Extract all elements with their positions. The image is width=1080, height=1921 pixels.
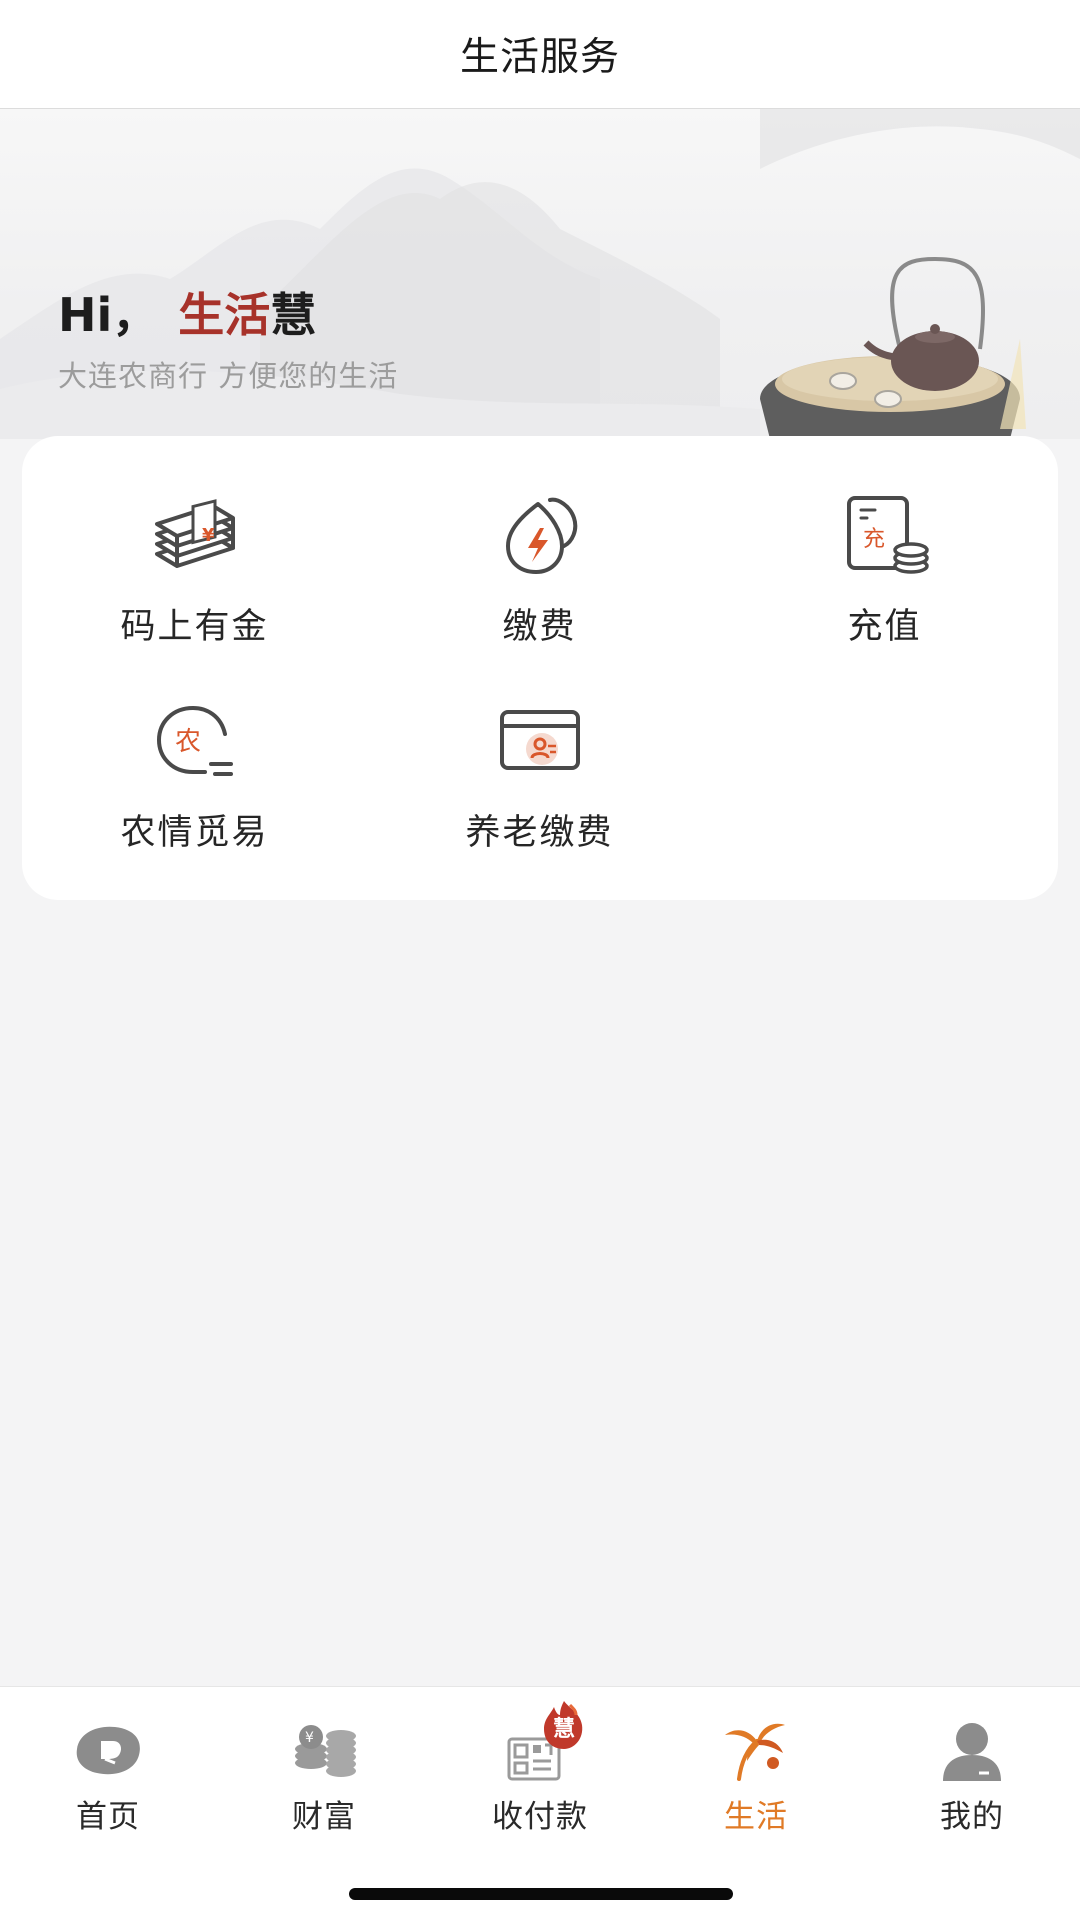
wealth-coins-icon: ¥: [295, 1725, 356, 1777]
greeting-comma: ，: [112, 288, 159, 342]
agriculture-icon: 农: [156, 705, 233, 776]
page-title: 生活服务: [459, 35, 620, 80]
pension-card-icon: [499, 710, 580, 770]
tab-label: 财富: [292, 1799, 356, 1835]
tab-home[interactable]: 首页: [0, 1687, 216, 1837]
service-code-gold[interactable]: ¥ 码上有金: [22, 488, 367, 668]
service-agriculture[interactable]: 农 农情觅易: [22, 694, 367, 874]
service-utility-payment[interactable]: 缴费: [367, 488, 712, 668]
tab-wealth[interactable]: ¥ 财富: [216, 1687, 432, 1837]
tab-label: 生活: [724, 1799, 788, 1835]
welcome-banner: Hi， 生活慧 大连农商行 方便您的生活: [0, 109, 1080, 439]
tab-payment[interactable]: 慧 收付款: [432, 1687, 648, 1837]
greeting-accent: 生活: [178, 288, 271, 342]
service-label: 码上有金: [120, 607, 269, 647]
svg-text:¥: ¥: [202, 525, 215, 546]
svg-text:农: 农: [175, 727, 201, 757]
svg-text:充: 充: [863, 527, 885, 552]
greeting-heading: Hi， 生活慧: [58, 279, 316, 345]
greeting-prefix: Hi: [58, 288, 113, 342]
tab-life[interactable]: 生活: [648, 1687, 864, 1837]
bottom-tab-bar: 首页 ¥ 财富 慧 收付款 生活 我的: [0, 1686, 1080, 1921]
service-recharge[interactable]: 充 充值: [712, 488, 1057, 668]
service-label: 养老缴费: [465, 813, 614, 853]
utility-payment-icon: [505, 497, 577, 574]
service-label: 充值: [847, 607, 922, 647]
money-stack-icon: ¥: [154, 499, 235, 568]
service-grid-card: ¥ 码上有金 缴费 充 充值 农 农情觅易 养老缴费: [22, 436, 1058, 900]
life-palm-icon: [725, 1723, 785, 1781]
tab-label: 收付款: [492, 1799, 588, 1835]
profile-icon: [943, 1723, 1001, 1781]
home-icon: [76, 1726, 140, 1775]
hot-badge-label: 慧: [552, 1717, 575, 1742]
navigation-bar: 生活服务: [0, 0, 1080, 109]
recharge-icon: 充: [846, 496, 929, 574]
service-label: 缴费: [502, 607, 577, 647]
banner-subtitle: 大连农商行 方便您的生活: [58, 359, 399, 393]
svg-text:¥: ¥: [305, 1730, 314, 1746]
tab-profile[interactable]: 我的: [864, 1687, 1080, 1837]
home-indicator[interactable]: [349, 1888, 733, 1900]
tab-label: 我的: [940, 1799, 1004, 1835]
service-pension-payment[interactable]: 养老缴费: [367, 694, 712, 874]
greeting-suffix: 慧: [270, 288, 317, 342]
service-label: 农情觅易: [120, 813, 269, 853]
tab-label: 首页: [76, 1799, 140, 1835]
